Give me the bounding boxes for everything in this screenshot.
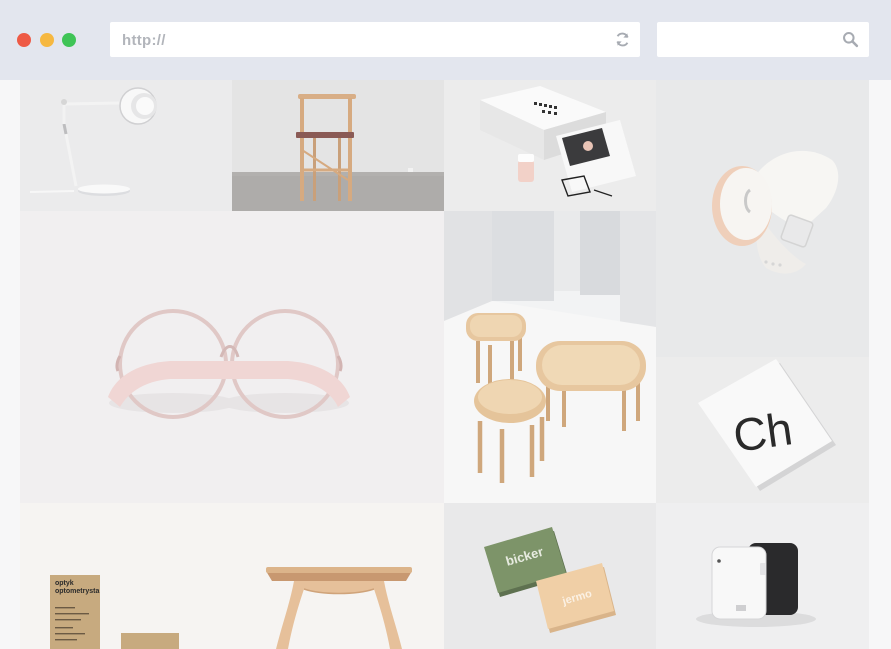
card-text-optometrysta: optometrysta <box>55 588 99 595</box>
gallery-tile-device[interactable] <box>656 503 869 649</box>
tables-image <box>444 211 656 503</box>
gallery-tile-glasses[interactable] <box>20 211 444 503</box>
reload-icon[interactable] <box>614 31 631 48</box>
close-window-button[interactable] <box>17 33 31 47</box>
color-cards-image: bicker jermo <box>444 503 656 649</box>
typography-card-text: Ch <box>730 402 795 462</box>
gallery-tile-chair[interactable] <box>232 80 444 211</box>
lamp-image <box>20 80 232 211</box>
stool-image <box>232 503 444 649</box>
device-image <box>656 503 869 649</box>
gallery-tile-lamp[interactable] <box>20 80 232 211</box>
gallery-tile-business-cards-color[interactable]: bicker jermo <box>444 503 656 649</box>
card-text-optyk: optyk <box>55 580 74 587</box>
gallery-tile-stool[interactable] <box>232 503 444 649</box>
stationery-image <box>444 80 656 211</box>
glasses-image <box>20 211 444 503</box>
maximize-window-button[interactable] <box>62 33 76 47</box>
watch-image <box>656 80 869 357</box>
search-icon[interactable] <box>842 31 859 48</box>
address-bar-text[interactable]: http:// <box>122 32 166 49</box>
gallery-tile-typography[interactable]: Ch <box>656 357 869 503</box>
address-bar[interactable]: http:// <box>110 22 640 57</box>
typography-card-image: Ch <box>656 357 869 503</box>
gallery-tile-business-cards-kraft[interactable]: optyk optometrysta <box>20 503 232 649</box>
search-box[interactable] <box>657 22 869 57</box>
kraft-cards-image: optyk optometrysta <box>20 503 232 649</box>
gallery-tile-watch[interactable] <box>656 80 869 357</box>
browser-chrome: http:// <box>0 0 891 80</box>
gallery-tile-stationery[interactable] <box>444 80 656 211</box>
chair-image <box>232 80 444 211</box>
gallery-tile-tables[interactable] <box>444 211 656 503</box>
minimize-window-button[interactable] <box>40 33 54 47</box>
